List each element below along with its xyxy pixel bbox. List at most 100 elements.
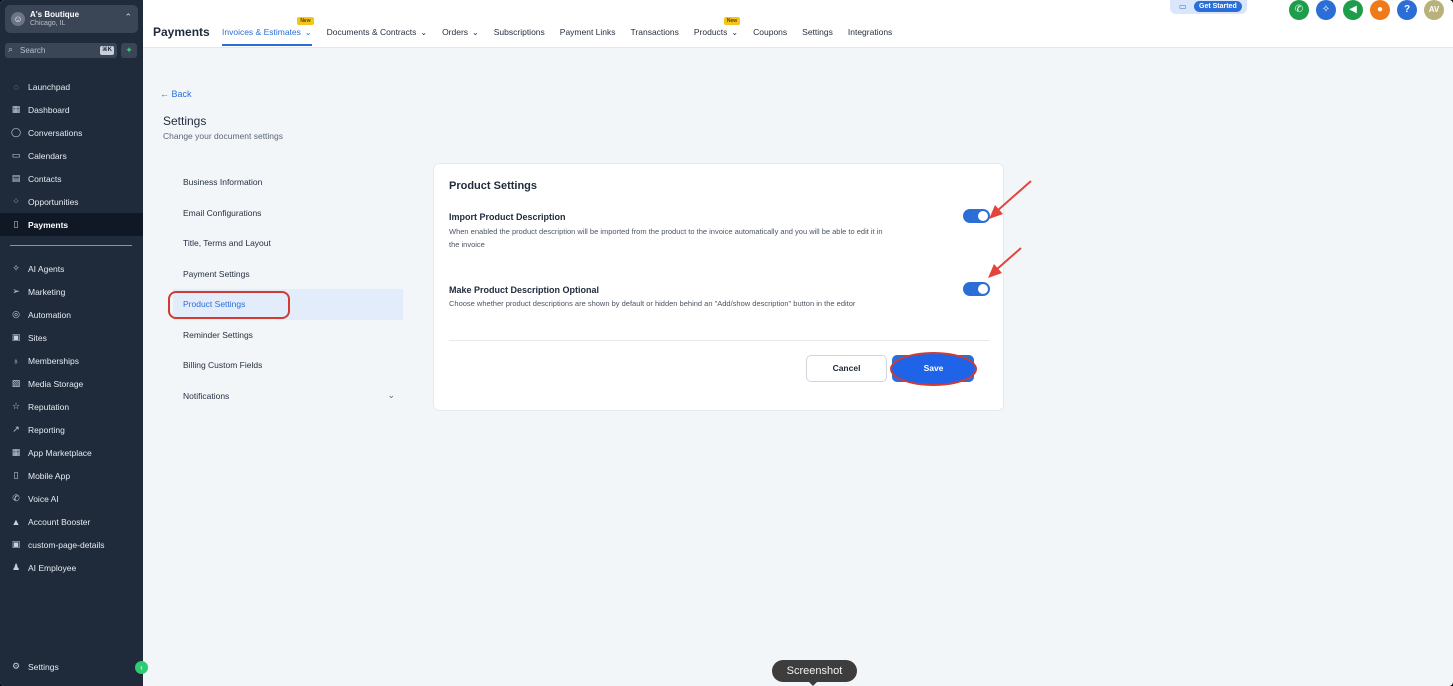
optional-description-text: Choose whether product descriptions are …: [449, 299, 856, 308]
ai-sparkle-icon[interactable]: ✧: [1316, 0, 1336, 20]
page-subtitle: Change your document settings: [163, 131, 284, 141]
apps-icon: ▦: [11, 447, 21, 457]
bell-icon[interactable]: ●: [1370, 0, 1390, 20]
save-button[interactable]: Save: [890, 352, 977, 386]
sidebar-item-automation[interactable]: ◎ Automation: [0, 303, 143, 326]
optional-description-title: Make Product Description Optional: [449, 285, 600, 295]
help-icon[interactable]: ?: [1397, 0, 1417, 20]
settings-nav: Business Information Email Configuration…: [173, 167, 403, 411]
sidebar-item-dashboard[interactable]: ▦ Dashboard: [0, 98, 143, 121]
user-avatar[interactable]: AV: [1424, 0, 1444, 20]
account-name: A's Boutique: [30, 10, 80, 19]
sidebar-nav-primary: ◌ Launchpad ▦ Dashboard ◯ Conversations ▭ Ca…: [0, 75, 143, 236]
sidebar-item-label: Contacts: [28, 173, 62, 184]
page-icon: ▣: [11, 539, 21, 549]
sidebar-item-opportunities[interactable]: ⁘ Opportunities: [0, 190, 143, 213]
tab-subscriptions[interactable]: Subscriptions: [494, 27, 545, 46]
sidebar-item-label: Memberships: [28, 355, 80, 366]
sidebar-item-label: Conversations: [28, 127, 83, 138]
sidebar-item-marketing[interactable]: ➢ Marketing: [0, 280, 143, 303]
sidebar-item-reputation[interactable]: ☆ Reputation: [0, 395, 143, 418]
account-avatar-icon: ☺: [11, 12, 25, 26]
settings-nav-email-configurations[interactable]: Email Configurations: [173, 198, 403, 229]
settings-nav-billing-custom-fields[interactable]: Billing Custom Fields: [173, 350, 403, 381]
top-bar: Payments Invoices & Estimates ⌄ New Docume…: [143, 0, 1453, 48]
page-section-title: Payments: [153, 25, 210, 39]
sidebar-item-conversations[interactable]: ◯ Conversations: [0, 121, 143, 144]
sidebar-item-label: Marketing: [28, 286, 66, 297]
arrow-left-icon: ←: [160, 89, 169, 99]
sidebar-collapse-button[interactable]: ‹: [135, 661, 148, 674]
sidebar-item-label: Payments: [28, 219, 69, 230]
tab-invoices-estimates[interactable]: Invoices & Estimates ⌄ New: [222, 17, 314, 46]
sidebar-item-label: AI Agents: [28, 263, 65, 274]
sidebar-item-ai-employee[interactable]: ♟ AI Employee: [0, 556, 143, 579]
back-link[interactable]: ← Back: [160, 89, 192, 99]
sidebar-item-label: Settings: [28, 661, 59, 672]
automation-icon: ◎: [12, 309, 20, 319]
mobile-icon: ▯: [13, 470, 19, 480]
sidebar-item-custom-page-details[interactable]: ▣ custom-page-details: [0, 533, 143, 556]
tab-orders[interactable]: Orders ⌄: [442, 27, 479, 46]
settings-nav-payment-settings[interactable]: Payment Settings: [173, 259, 403, 290]
settings-nav-notifications[interactable]: Notifications ⌄: [173, 381, 403, 412]
get-started-banner: ▭ Get Started: [1170, 0, 1247, 14]
optional-description-toggle[interactable]: [963, 282, 990, 296]
sidebar: ☺ A's Boutique Chicago, IL ⌃ ⌕ Search ⌘K…: [0, 0, 143, 686]
phone-icon[interactable]: ✆: [1289, 0, 1309, 20]
tab-payment-links[interactable]: Payment Links: [560, 27, 616, 46]
tab-label: Settings: [802, 27, 833, 37]
tab-documents-contracts[interactable]: Documents & Contracts ⌄: [327, 27, 427, 46]
send-icon: ➢: [12, 286, 20, 296]
screenshot-tooltip: Screenshot: [772, 660, 857, 682]
tab-products[interactable]: Products ⌄ New: [693, 17, 741, 46]
settings-nav-reminder-settings[interactable]: Reminder Settings: [173, 320, 403, 351]
person-icon: ♟: [11, 562, 21, 572]
sidebar-item-calendars[interactable]: ▭ Calendars: [0, 144, 143, 167]
sidebar-item-media-storage[interactable]: ▨ Media Storage: [0, 372, 143, 395]
cancel-button[interactable]: Cancel: [806, 355, 887, 382]
sidebar-settings[interactable]: ⚙ Settings: [0, 655, 143, 678]
sidebar-item-label: Launchpad: [28, 81, 71, 92]
tab-transactions[interactable]: Transactions: [631, 27, 679, 46]
booster-icon: ▲: [11, 516, 21, 527]
tab-coupons[interactable]: Coupons: [753, 27, 787, 46]
tab-integrations[interactable]: Integrations: [848, 27, 892, 46]
sidebar-item-launchpad[interactable]: ◌ Launchpad: [0, 75, 143, 98]
megaphone-icon[interactable]: ◀: [1343, 0, 1363, 20]
sidebar-item-mobile-app[interactable]: ▯ Mobile App: [0, 464, 143, 487]
sidebar-item-ai-agents[interactable]: ✧ AI Agents: [0, 257, 143, 280]
tab-label: Products: [693, 27, 728, 37]
sidebar-item-voice-ai[interactable]: ✆ Voice AI: [0, 487, 143, 510]
contacts-icon: ▤: [11, 173, 21, 183]
sidebar-item-memberships[interactable]: ♁ Memberships: [0, 349, 143, 372]
get-started-button[interactable]: Get Started: [1194, 1, 1242, 12]
account-switcher[interactable]: ☺ A's Boutique Chicago, IL ⌃: [5, 5, 138, 33]
sidebar-item-account-booster[interactable]: ▲ Account Booster: [0, 510, 143, 533]
sidebar-item-reporting[interactable]: ↗ Reporting: [0, 418, 143, 441]
tab-label: Payment Links: [559, 27, 616, 37]
settings-nav-business-information[interactable]: Business Information: [173, 167, 403, 198]
sidebar-item-payments[interactable]: ▯ Payments: [0, 213, 143, 236]
settings-nav-title-terms-layout[interactable]: Title, Terms and Layout: [173, 228, 403, 259]
gear-icon: ⚙: [11, 661, 21, 671]
tab-settings[interactable]: Settings: [802, 27, 833, 46]
calendar-icon: ▭: [11, 150, 21, 160]
search-input[interactable]: ⌕ Search ⌘K: [5, 43, 117, 58]
sidebar-item-app-marketplace[interactable]: ▦ App Marketplace: [0, 441, 143, 464]
tooltip-tail: [808, 681, 818, 686]
quick-action-button[interactable]: ✦: [121, 43, 137, 58]
sidebar-item-label: Reporting: [28, 424, 65, 435]
sidebar-item-sites[interactable]: ▣ Sites: [0, 326, 143, 349]
chevron-updown-icon: ⌃: [124, 12, 132, 22]
sidebar-item-settings[interactable]: ⚙ Settings: [0, 655, 143, 678]
image-icon: ▨: [11, 378, 21, 388]
sites-icon: ▣: [11, 332, 21, 342]
import-description-text: When enabled the product description wil…: [449, 227, 883, 249]
chevron-down-icon: ⌄: [472, 28, 479, 37]
annotation-arrow-icon: [988, 247, 1022, 278]
chevron-down-icon: ⌄: [304, 28, 312, 37]
phone-icon: ✆: [12, 493, 20, 503]
sidebar-item-contacts[interactable]: ▤ Contacts: [0, 167, 143, 190]
opportunities-icon: ⁘: [12, 196, 20, 206]
